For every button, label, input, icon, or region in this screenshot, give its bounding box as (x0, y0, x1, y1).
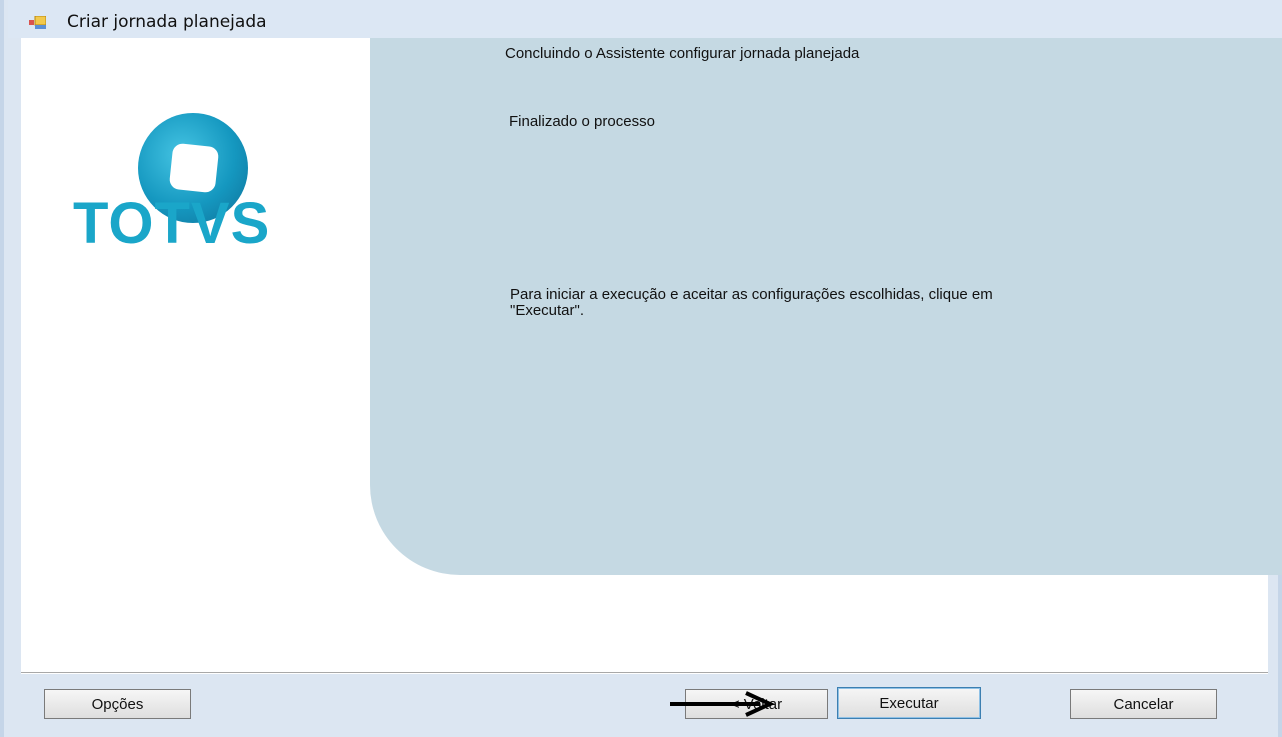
wizard-heading: Concluindo o Assistente configurar jorna… (505, 45, 860, 62)
arrow-right-icon (670, 691, 775, 717)
options-button[interactable]: Opções (44, 689, 191, 719)
title-bar[interactable]: Criar jornada planejada (8, 0, 1282, 38)
execute-button[interactable]: Executar (837, 687, 981, 719)
cancel-button[interactable]: Cancelar (1070, 689, 1217, 719)
logo-wordmark: TOTVS (73, 191, 271, 256)
wizard-window: Criar jornada planejada TOTVS Concluindo… (0, 0, 1282, 737)
app-icon (29, 16, 46, 29)
instructions-text: Para iniciar a execução e aceitar as con… (510, 286, 993, 319)
wizard-body: TOTVS Concluindo o Assistente configurar… (21, 38, 1282, 672)
footer-separator (21, 672, 1268, 674)
window-title: Criar jornada planejada (67, 12, 267, 32)
status-text: Finalizado o processo (509, 113, 655, 130)
